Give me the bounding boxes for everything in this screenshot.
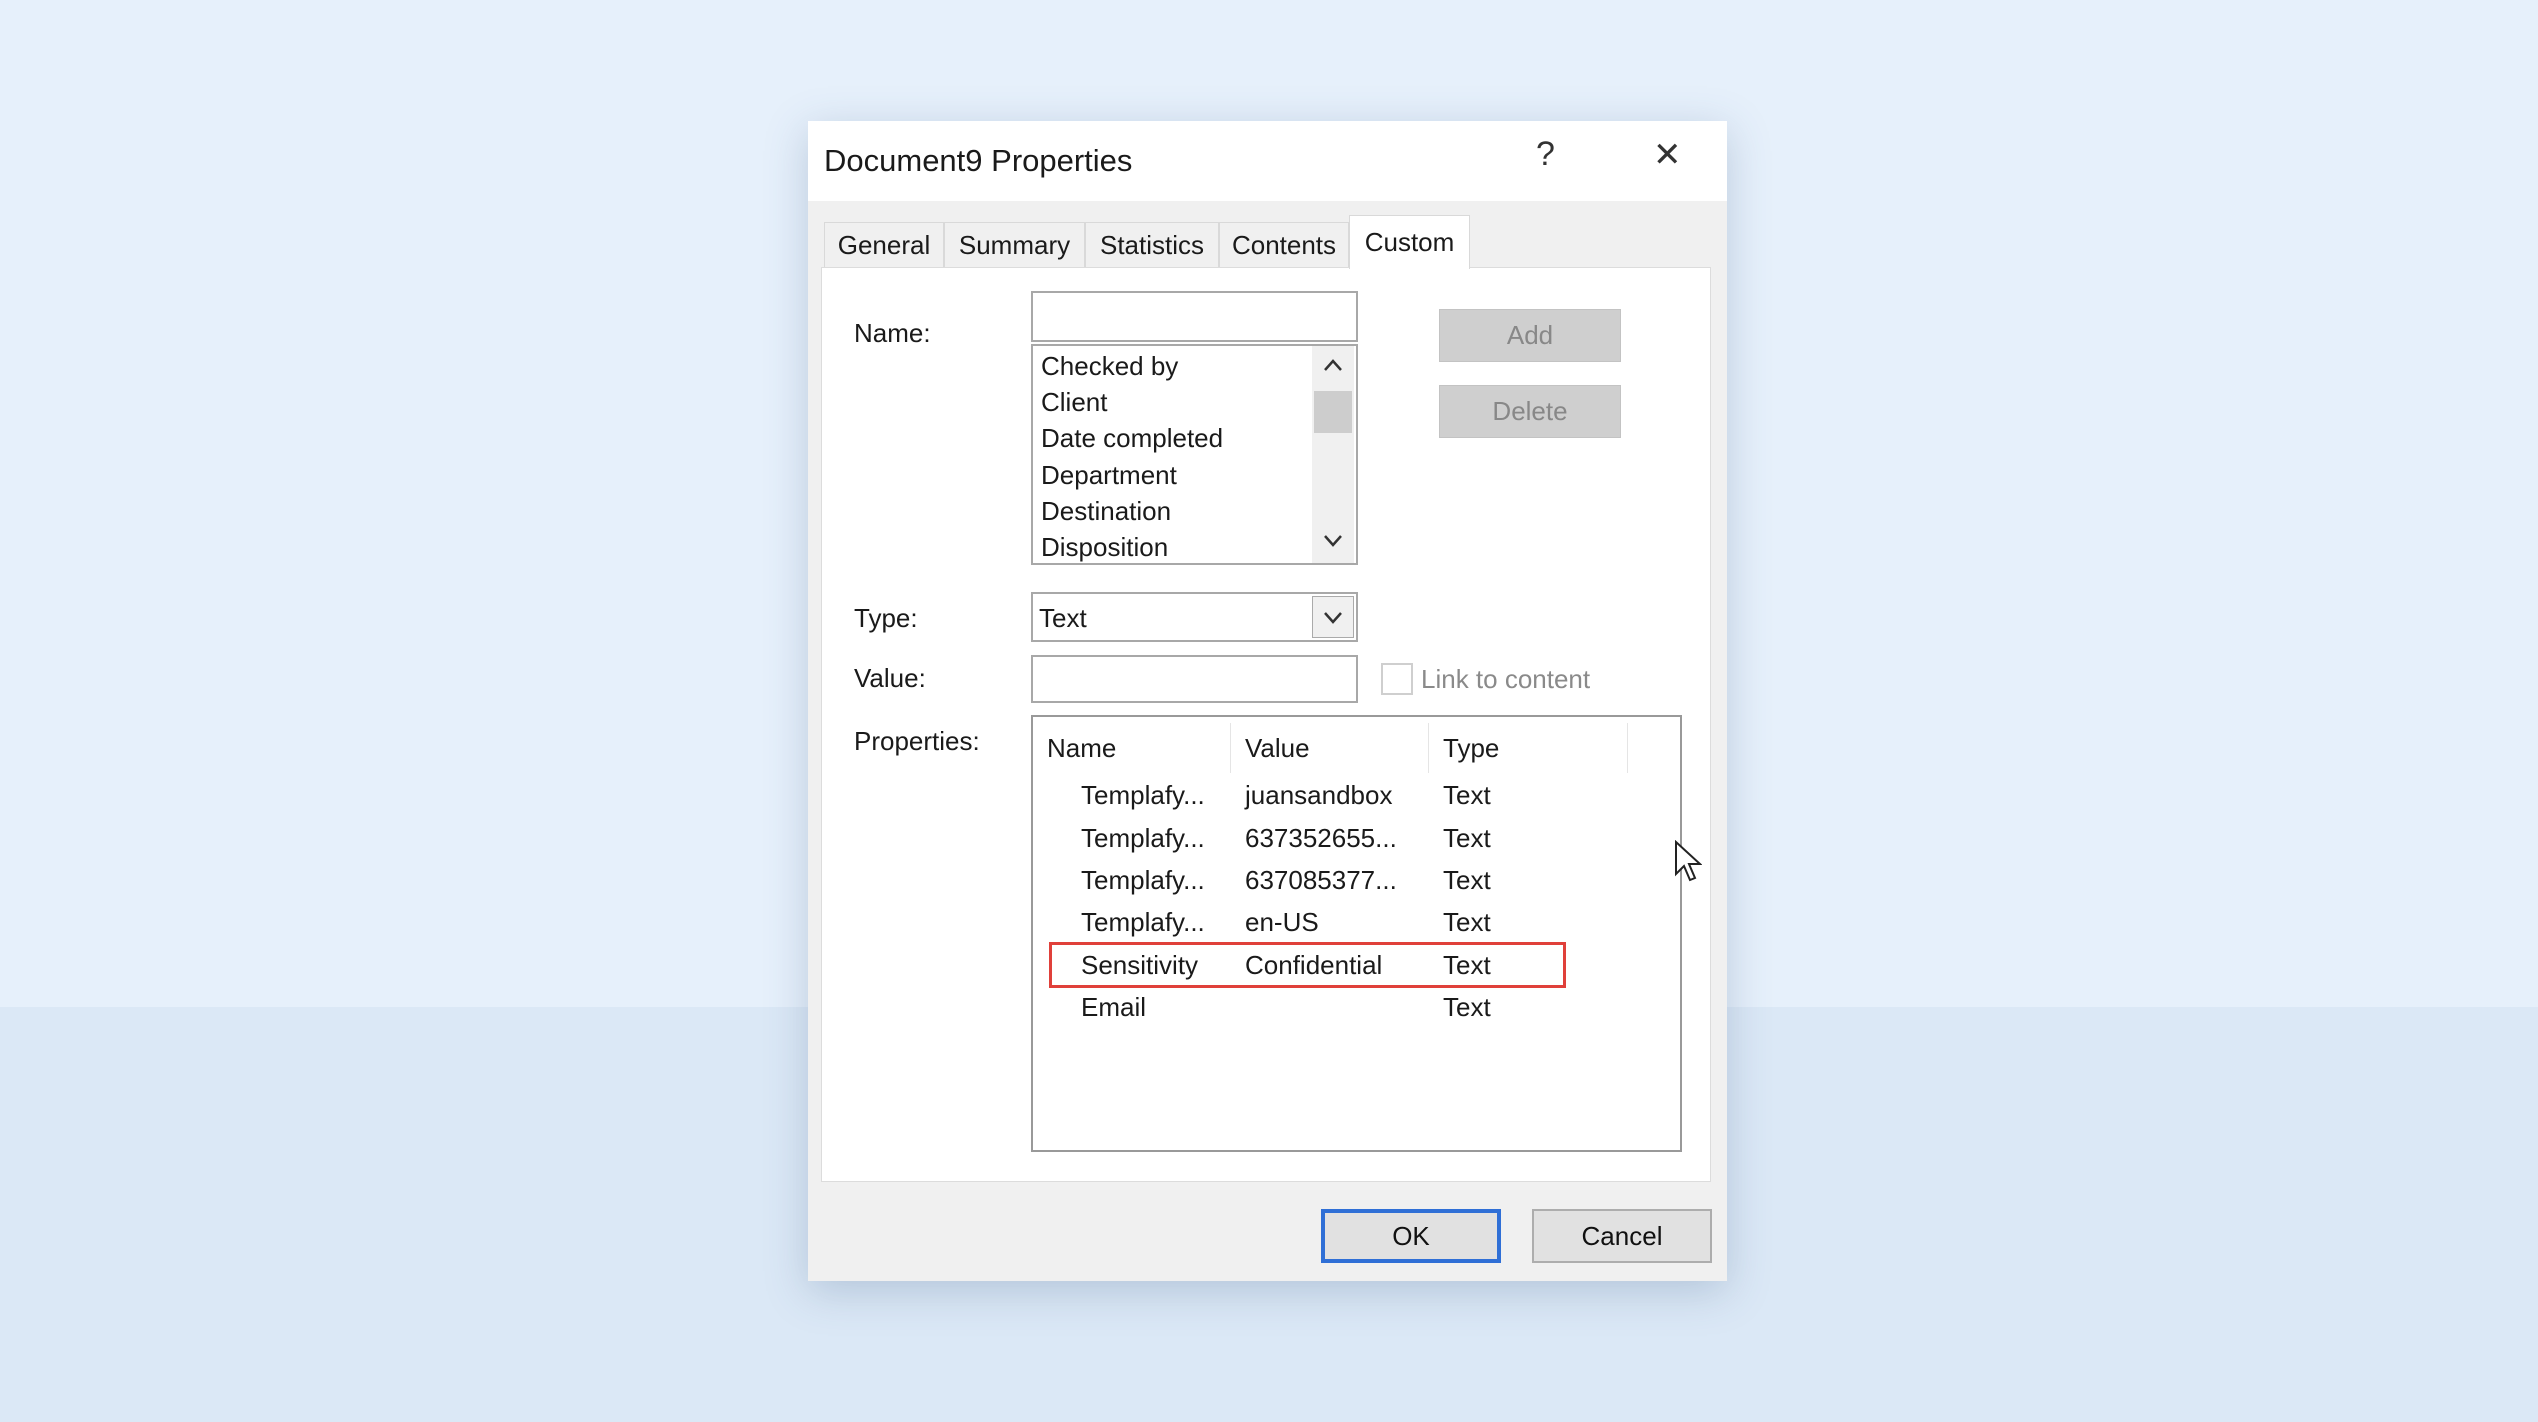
title-bar: Document9 Properties ? ✕: [808, 121, 1727, 201]
mouse-cursor-icon: [1675, 840, 1702, 882]
list-item[interactable]: Destination: [1041, 496, 1171, 527]
column-header-type[interactable]: Type: [1443, 733, 1499, 764]
table-row[interactable]: Templafy... 637352655... Text: [1033, 819, 1680, 859]
list-item[interactable]: Disposition: [1041, 532, 1168, 563]
ok-button[interactable]: OK: [1321, 1209, 1501, 1263]
column-divider[interactable]: [1627, 723, 1628, 773]
list-item[interactable]: Client: [1041, 387, 1107, 418]
cell-value: juansandbox: [1245, 780, 1393, 810]
table-row[interactable]: Email Text: [1033, 988, 1680, 1028]
cancel-button[interactable]: Cancel: [1532, 1209, 1712, 1263]
type-dropdown-button[interactable]: [1312, 596, 1354, 638]
column-divider[interactable]: [1230, 723, 1231, 773]
tab-contents[interactable]: Contents: [1219, 222, 1349, 268]
cell-type: Text: [1443, 907, 1491, 937]
add-button[interactable]: Add: [1439, 309, 1621, 362]
table-row[interactable]: Templafy... 637085377... Text: [1033, 861, 1680, 901]
type-label: Type:: [854, 603, 918, 633]
list-item[interactable]: Checked by: [1041, 351, 1178, 382]
close-icon[interactable]: ✕: [1653, 135, 1682, 175]
dialog-title: Document9 Properties: [824, 143, 1133, 178]
chevron-down-icon: [1324, 612, 1342, 624]
list-scrollbar[interactable]: [1312, 346, 1354, 563]
cell-type: Text: [1443, 823, 1491, 853]
table-row[interactable]: Templafy... juansandbox Text: [1033, 776, 1680, 816]
tab-statistics[interactable]: Statistics: [1085, 222, 1219, 268]
cell-name: Templafy...: [1081, 823, 1205, 853]
cell-name: Templafy...: [1081, 907, 1205, 937]
help-icon[interactable]: ?: [1536, 135, 1555, 174]
link-to-content-label: Link to content: [1421, 664, 1591, 694]
cell-name: Templafy...: [1081, 780, 1205, 810]
tab-general[interactable]: General: [824, 222, 944, 268]
delete-button[interactable]: Delete: [1439, 385, 1621, 438]
cell-type: Text: [1443, 992, 1491, 1022]
value-input[interactable]: [1031, 655, 1358, 703]
list-item[interactable]: Date completed: [1041, 423, 1223, 454]
scrollbar-thumb[interactable]: [1314, 391, 1352, 433]
name-input[interactable]: [1031, 291, 1358, 342]
listview-header: Name Value Type: [1033, 717, 1680, 779]
column-header-value[interactable]: Value: [1245, 733, 1310, 764]
column-divider[interactable]: [1428, 723, 1429, 773]
cell-value: 637352655...: [1245, 823, 1397, 853]
scroll-up-icon[interactable]: [1323, 358, 1343, 372]
cell-type: Text: [1443, 780, 1491, 810]
column-header-name[interactable]: Name: [1047, 733, 1116, 764]
tab-summary[interactable]: Summary: [944, 222, 1085, 268]
properties-label: Properties:: [854, 726, 980, 756]
custom-panel: Name: Checked by Client Date completed D…: [821, 267, 1711, 1182]
type-select[interactable]: Text: [1031, 592, 1358, 642]
cell-name: Email: [1081, 992, 1147, 1022]
type-select-value: Text: [1039, 603, 1087, 633]
cell-name: Templafy...: [1081, 865, 1205, 895]
scroll-down-icon[interactable]: [1323, 534, 1343, 548]
name-label: Name:: [854, 318, 931, 348]
value-label: Value:: [854, 663, 926, 693]
cell-value: 637085377...: [1245, 865, 1397, 895]
highlight-box: [1049, 942, 1566, 988]
link-to-content-checkbox[interactable]: [1381, 663, 1413, 695]
cell-type: Text: [1443, 865, 1491, 895]
properties-dialog: Document9 Properties ? ✕ General Summary…: [808, 121, 1727, 1281]
cell-value: en-US: [1245, 907, 1319, 937]
table-row[interactable]: Templafy... en-US Text: [1033, 903, 1680, 943]
name-options-list[interactable]: Checked by Client Date completed Departm…: [1031, 344, 1358, 565]
list-item[interactable]: Department: [1041, 460, 1177, 491]
tab-custom[interactable]: Custom: [1349, 215, 1470, 269]
properties-listview[interactable]: Name Value Type Templafy... juansandbox Te…: [1031, 715, 1682, 1152]
